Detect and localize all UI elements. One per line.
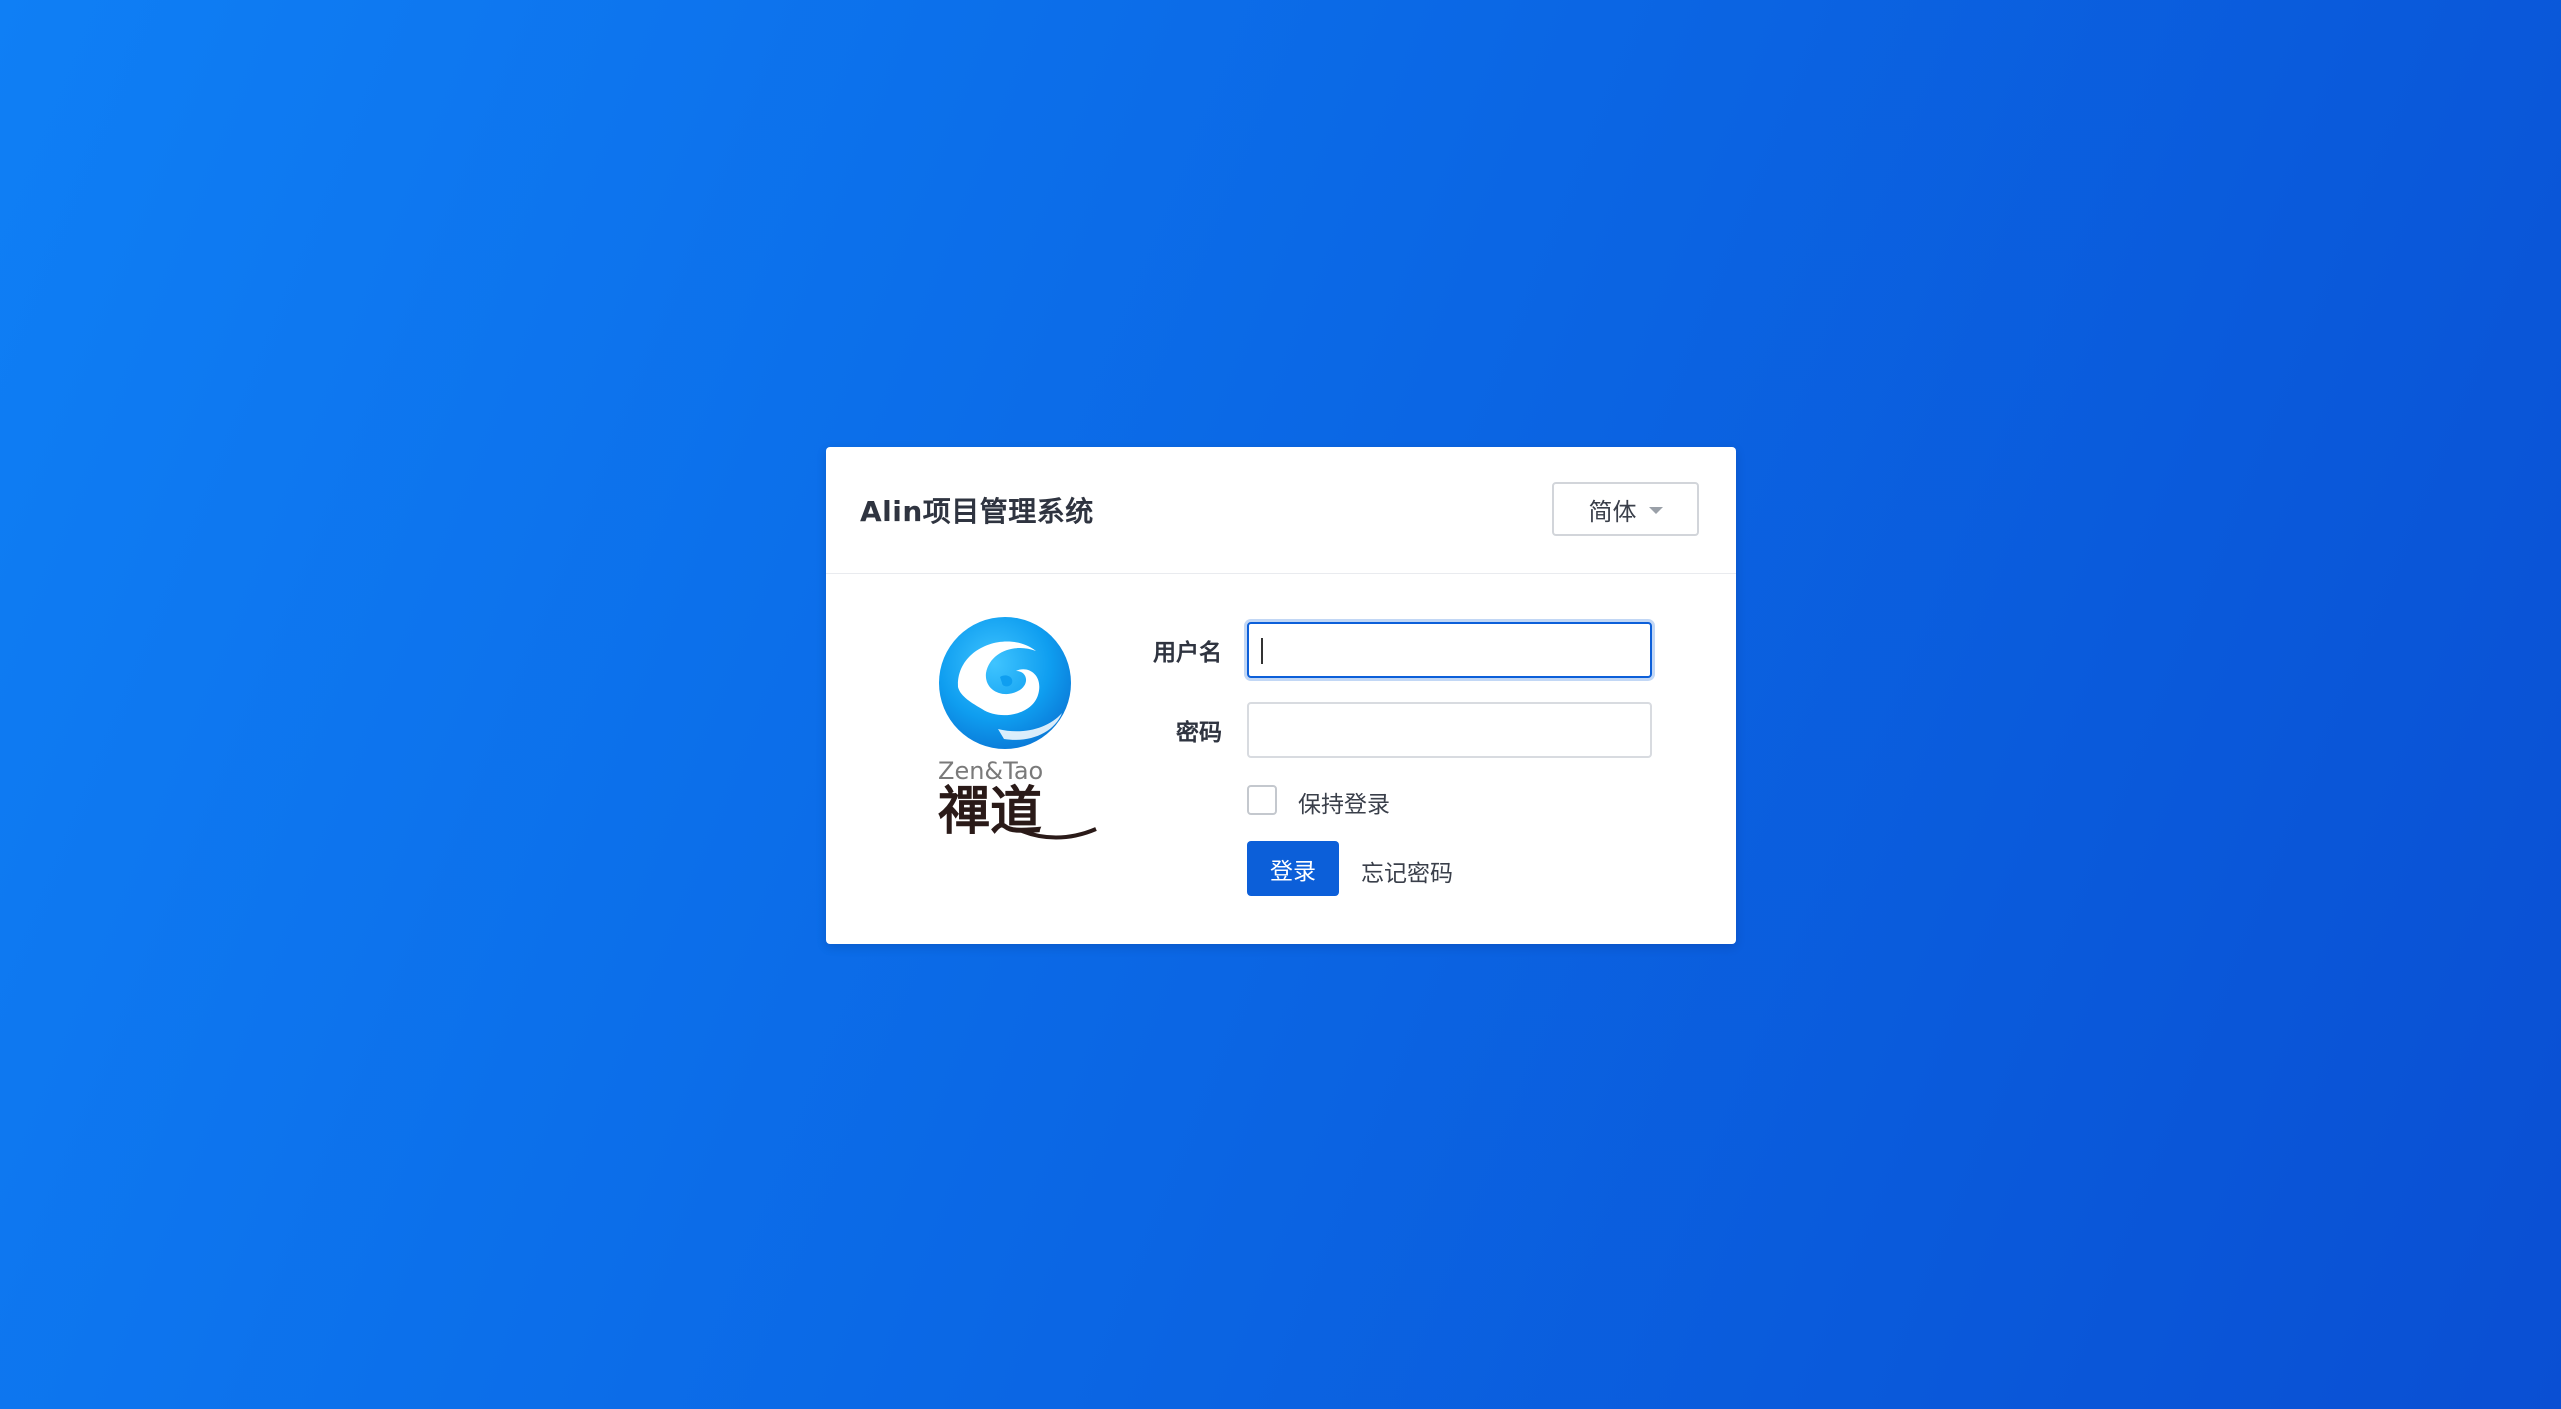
caret-down-icon [1648,506,1663,514]
keep-login-label[interactable]: 保持登录 [1298,785,1390,819]
language-selected-label: 简体 [1588,497,1637,526]
language-selector-button[interactable]: 简体 [1552,482,1699,536]
username-label: 用户名 [1153,640,1222,666]
text-cursor [1261,638,1263,664]
forgot-password-link[interactable]: 忘记密码 [1361,854,1453,888]
app-title: Alin项目管理系统 [860,495,1094,528]
password-input[interactable] [1247,702,1652,758]
login-button[interactable]: 登录 [1247,841,1339,896]
login-panel: Alin项目管理系统 简体 Zen&Tao 禪道 用户名 密码 保持登录 登录 … [826,447,1736,944]
keep-login-checkbox[interactable] [1247,785,1277,815]
username-input[interactable] [1247,622,1652,678]
password-label: 密码 [1176,720,1222,746]
zentao-logo: Zen&Tao 禪道 [938,617,1097,842]
panel-header: Alin项目管理系统 简体 [826,447,1736,574]
